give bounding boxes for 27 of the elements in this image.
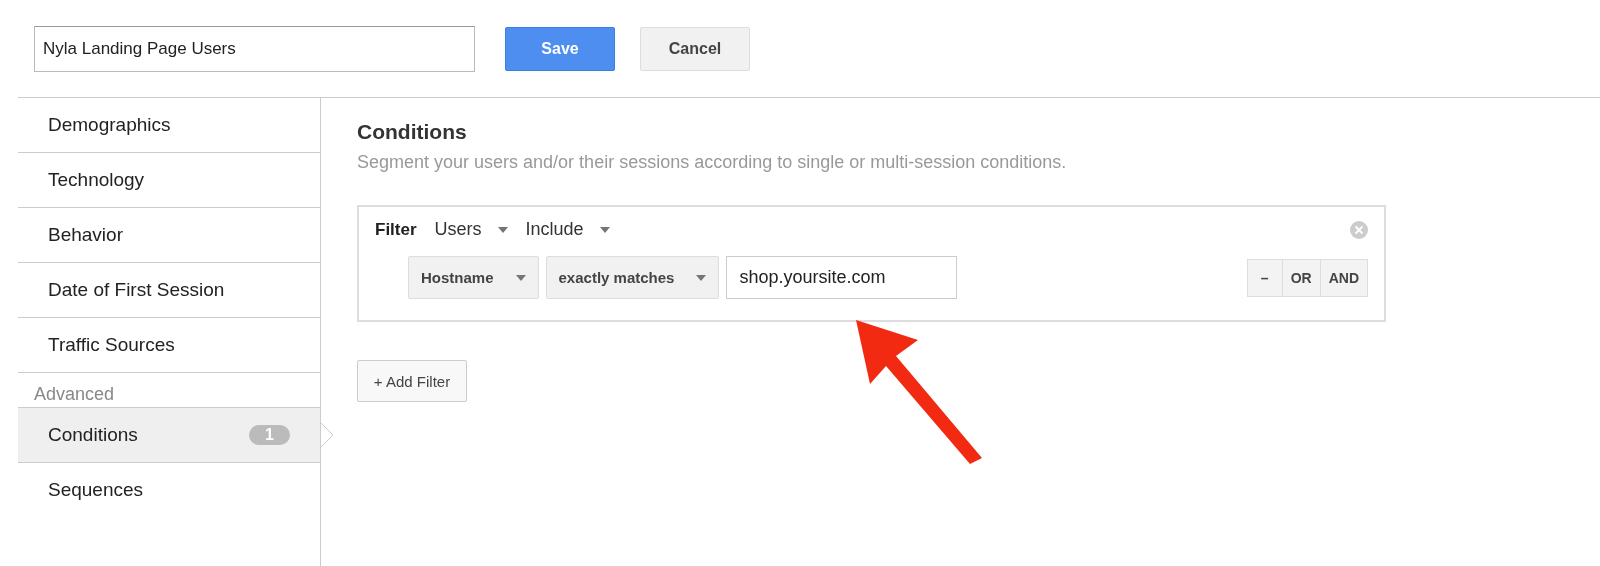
match-dropdown[interactable]: exactly matches [545,256,720,299]
scope-dropdown[interactable]: Users [434,219,508,240]
sidebar-item[interactable]: Behavior [18,208,320,263]
cancel-button[interactable]: Cancel [640,26,750,71]
sidebar-item[interactable]: Demographics [18,98,320,153]
count-badge: 1 [249,425,290,445]
filter-label: Filter [375,219,417,240]
caret-icon [696,274,707,281]
segment-name-field[interactable]: Nyla Landing Page Users [34,25,475,72]
sidebar-item[interactable]: Date of First Session [18,263,320,318]
caret-icon [515,274,526,281]
caret-icon [599,226,610,233]
sidebar-item[interactable]: Sequences [18,463,320,517]
dimension-dropdown[interactable]: Hostname [408,256,539,299]
condition-button[interactable]: AND [1319,258,1368,297]
sidebar-item[interactable]: Technology [18,153,320,208]
sidebar-item[interactable]: Conditions 1 [18,408,320,463]
condition-button[interactable]: OR [1281,258,1321,297]
close-icon[interactable] [1350,220,1368,239]
mode-dropdown[interactable]: Include [525,219,610,240]
sidebar-item[interactable]: Traffic Sources [18,318,320,373]
condition-button[interactable]: – [1246,258,1283,297]
section-title: Conditions [357,120,468,144]
section-description: Segment your users and/or their sessions according to single or multi-session conditions. [357,152,1068,173]
value-field[interactable]: shop.yoursite.com [726,256,958,299]
add-filter-button[interactable]: + Add Filter [357,360,467,402]
caret-icon [497,226,508,233]
